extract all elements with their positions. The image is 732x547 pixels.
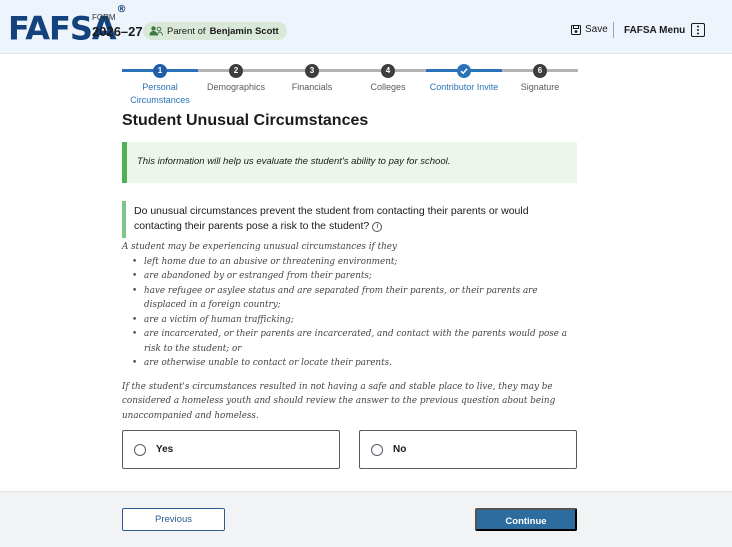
parent-student-name: Benjamin Scott xyxy=(209,25,279,37)
app-header: FAFSA® FORM 2026–27 Parent of Benjamin S… xyxy=(0,0,732,54)
step-number-badge: 4 xyxy=(381,64,395,78)
explanation-text: A student may be experiencing unusual ci… xyxy=(122,240,577,423)
step-demographics[interactable]: 2 Demographics xyxy=(198,64,274,94)
save-button[interactable]: Save xyxy=(571,24,608,35)
no-radio-option[interactable]: No xyxy=(359,430,577,469)
step-number-badge: 2 xyxy=(229,64,243,78)
step-number-badge: 6 xyxy=(533,64,547,78)
footer-bar xyxy=(0,491,732,547)
step-label: Demographics xyxy=(206,82,266,92)
step-contributor-invite[interactable]: Contributor Invite xyxy=(426,64,502,94)
form-label: FORM xyxy=(92,13,116,22)
page-title: Student Unusual Circumstances xyxy=(122,112,369,129)
checkmark-icon xyxy=(457,64,471,78)
continue-button[interactable]: Continue xyxy=(475,508,577,531)
form-year: 2026–27 xyxy=(92,24,143,39)
step-label: Signature xyxy=(520,82,560,92)
list-item: are otherwise unable to contact or locat… xyxy=(122,356,577,371)
closing-text: If the student's circumstances resulted … xyxy=(122,381,556,421)
progress-stepper: 1 Personal Circumstances 2 Demographics 3… xyxy=(122,64,578,107)
step-financials[interactable]: 3 Financials xyxy=(274,64,350,94)
list-item: are abandoned by or estranged from their… xyxy=(122,269,577,284)
step-label: Colleges xyxy=(370,82,406,92)
form-year-block: FORM 2026–27 xyxy=(92,13,143,39)
previous-button[interactable]: Previous xyxy=(122,508,225,531)
menu-label: FAFSA Menu xyxy=(624,24,686,36)
list-item: are incarcerated, or their parents are i… xyxy=(122,327,577,356)
radio-button-yes[interactable] xyxy=(134,443,146,456)
step-number-badge: 3 xyxy=(305,64,319,78)
info-text: This information will help us evaluate t… xyxy=(137,156,451,167)
step-label: Contributor Invite xyxy=(429,82,499,92)
kebab-menu-icon xyxy=(691,23,706,37)
parent-of-badge: Parent of Benjamin Scott xyxy=(143,22,287,40)
list-item: have refugee or asylee status and are se… xyxy=(122,284,577,313)
question-legend: Do unusual circumstances prevent the stu… xyxy=(122,201,577,238)
no-label: No xyxy=(393,444,407,455)
step-personal-circumstances[interactable]: 1 Personal Circumstances xyxy=(122,64,198,107)
list-item: left home due to an abusive or threateni… xyxy=(122,255,577,270)
yes-radio-option[interactable]: Yes xyxy=(122,430,340,469)
step-label: Personal Circumstances xyxy=(130,82,190,105)
step-label: Financials xyxy=(291,82,333,92)
yes-label: Yes xyxy=(156,444,174,455)
list-item: are a victim of human trafficking; xyxy=(122,313,577,328)
step-number-badge: 1 xyxy=(153,64,167,78)
people-icon xyxy=(149,26,163,36)
radio-button-no[interactable] xyxy=(371,443,383,456)
save-label: Save xyxy=(585,24,608,35)
info-icon[interactable]: i xyxy=(372,222,383,232)
question-text: Do unusual circumstances prevent the stu… xyxy=(134,205,529,232)
fafsa-menu-button[interactable]: FAFSA Menu xyxy=(624,23,706,37)
save-icon xyxy=(571,24,581,35)
header-divider xyxy=(613,22,614,38)
step-signature[interactable]: 6 Signature xyxy=(502,64,578,94)
step-colleges[interactable]: 4 Colleges xyxy=(350,64,426,94)
circumstances-list: left home due to an abusive or threateni… xyxy=(122,255,577,371)
intro-text: A student may be experiencing unusual ci… xyxy=(122,242,397,252)
info-alert: This information will help us evaluate t… xyxy=(122,142,577,183)
parent-prefix: Parent of xyxy=(167,25,206,37)
